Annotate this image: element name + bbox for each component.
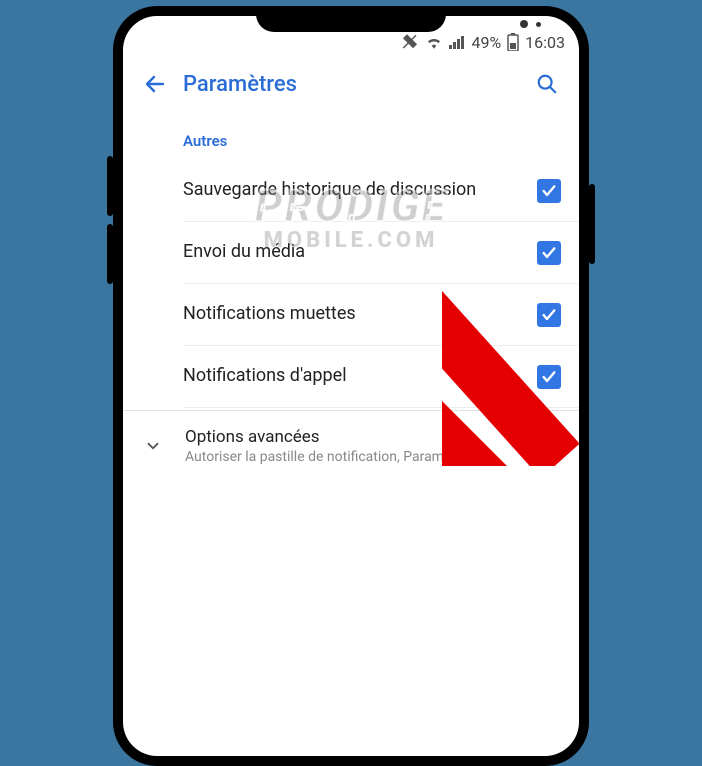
page-title: Paramètres (177, 72, 525, 97)
advanced-texts: Options avancées Autoriser la pastille d… (185, 427, 467, 465)
search-button[interactable] (525, 62, 569, 106)
sensor-dot-icon (536, 22, 541, 27)
advanced-title: Options avancées (185, 427, 467, 447)
checkbox-checked-icon[interactable] (537, 241, 561, 265)
chevron-down-icon (139, 437, 167, 455)
signal-icon (449, 35, 465, 49)
setting-row-mute[interactable]: Notifications muettes (183, 284, 579, 346)
phone-notch (256, 6, 446, 32)
checkbox-checked-icon[interactable] (537, 303, 561, 327)
advanced-subtitle: Autoriser la pastille de notification, P… (185, 449, 467, 465)
phone-frame: 49% 16:03 Paramètres (113, 6, 589, 766)
setting-label: Notifications muettes (183, 302, 537, 326)
setting-row-media[interactable]: Envoi du média (183, 222, 579, 284)
advanced-options-row[interactable]: Options avancées Autoriser la pastille d… (123, 411, 579, 481)
back-button[interactable] (133, 62, 177, 106)
volume-up-button (107, 156, 113, 216)
wifi-icon (425, 35, 443, 49)
section-label: Autres (183, 112, 579, 160)
screen: 49% 16:03 Paramètres (123, 16, 579, 756)
sensor-dot-icon (520, 20, 528, 28)
vibrate-icon (401, 33, 419, 51)
settings-list: Autres Sauvegarde historique de discussi… (123, 112, 579, 408)
app-bar: Paramètres (123, 56, 579, 112)
setting-label: Notifications d'appel (183, 364, 537, 388)
setting-label: Envoi du média (183, 240, 537, 264)
setting-label: Sauvegarde historique de discussion (183, 178, 537, 202)
setting-row-backup[interactable]: Sauvegarde historique de discussion (183, 160, 579, 222)
clock-text: 16:03 (525, 33, 565, 52)
sensor-bar (520, 20, 541, 28)
battery-icon (507, 33, 519, 51)
setting-row-call[interactable]: Notifications d'appel (183, 346, 579, 408)
battery-percent: 49% (471, 33, 501, 52)
checkbox-checked-icon[interactable] (537, 179, 561, 203)
power-button (589, 184, 595, 264)
volume-down-button (107, 224, 113, 284)
checkbox-checked-icon[interactable] (537, 365, 561, 389)
